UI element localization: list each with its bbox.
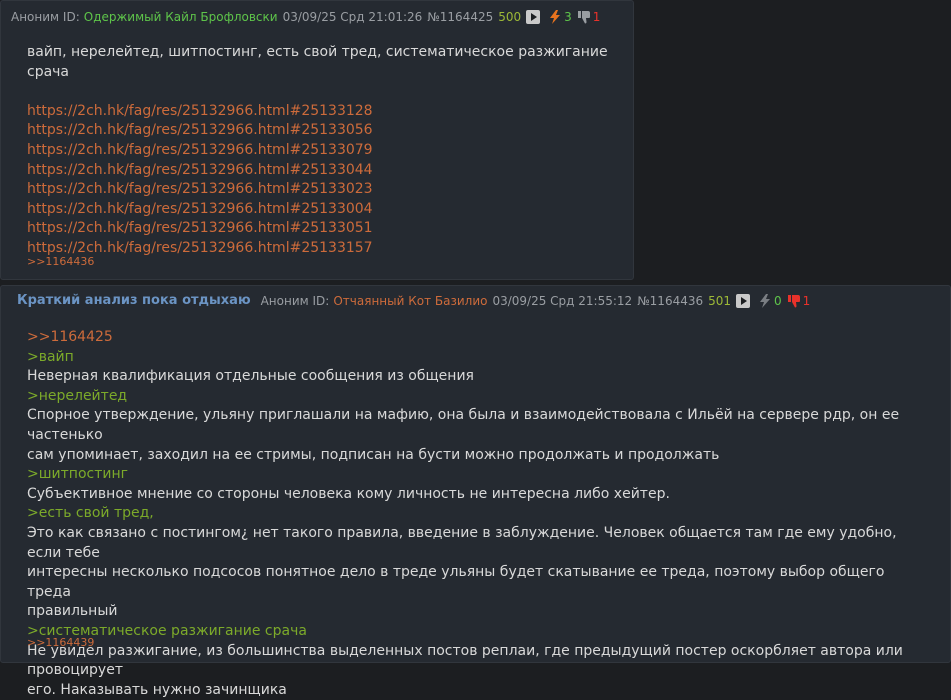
id-label: ID: bbox=[62, 10, 80, 24]
post-text: правильный bbox=[27, 603, 118, 620]
like-count: 0 bbox=[774, 294, 782, 308]
post-link[interactable]: https://2ch.hk/fag/res/25132966.html#251… bbox=[27, 141, 615, 161]
post-body: >>1164425 >вайп Неверная квалификация от… bbox=[27, 328, 932, 700]
post-count: 500 bbox=[498, 10, 522, 24]
post-text: интересны несколько подсосов понятное де… bbox=[27, 564, 885, 600]
quote-line: >вайп bbox=[27, 348, 74, 365]
post-text: Спорное утверждение, ульяну приглашали н… bbox=[27, 407, 900, 443]
post-body: вайп, нерелейтед, шитпостинг, есть свой … bbox=[27, 43, 615, 259]
post-date: 03/09/25 Срд 21:55:12 bbox=[492, 294, 633, 308]
post-link[interactable]: https://2ch.hk/fag/res/25132966.html#251… bbox=[27, 121, 615, 141]
thumbs-down-icon[interactable] bbox=[577, 10, 590, 24]
post-text: Субъективное мнение со стороны человека … bbox=[27, 485, 670, 502]
poster-name[interactable]: Отчаянный Кот Базилио bbox=[333, 293, 487, 309]
post-text: Это как связано с постингом¿ нет такого … bbox=[27, 524, 897, 561]
post-1164425: Аноним ID: Одержимый Кайл Брофловски 03/… bbox=[0, 0, 634, 280]
post-link[interactable]: https://2ch.hk/fag/res/25132966.html#251… bbox=[27, 200, 615, 220]
thread-subject: Краткий анализ пока отдыхаю bbox=[17, 293, 251, 308]
post-text: вайп, нерелейтед, шитпостинг, есть свой … bbox=[27, 44, 608, 80]
post-1164436: Краткий анализ пока отдыхаю Аноним ID: О… bbox=[0, 285, 951, 698]
post-text: Не увидел разжигание, из большинства выд… bbox=[27, 642, 903, 679]
post-text: Неверная квалификация отдельные сообщени… bbox=[27, 368, 474, 385]
expand-icon[interactable] bbox=[526, 10, 541, 24]
id-label: ID: bbox=[312, 294, 330, 308]
reply-backlink[interactable]: >>1164439 bbox=[27, 636, 94, 649]
post-link[interactable]: https://2ch.hk/fag/res/25132966.html#251… bbox=[27, 102, 615, 122]
lightning-like-icon[interactable] bbox=[759, 294, 771, 308]
like-count: 3 bbox=[564, 10, 572, 24]
poster-name[interactable]: Одержимый Кайл Брофловски bbox=[84, 9, 278, 25]
post-header: Аноним ID: Одержимый Кайл Брофловски 03/… bbox=[11, 9, 605, 25]
quote-line: >систематическое разжигание срача bbox=[27, 622, 307, 639]
reply-backlink[interactable]: >>1164436 bbox=[27, 255, 94, 268]
post-link[interactable]: https://2ch.hk/fag/res/25132966.html#251… bbox=[27, 239, 615, 259]
expand-icon[interactable] bbox=[736, 294, 751, 308]
post-count: 501 bbox=[708, 294, 732, 308]
quote-line: >шитпостинг bbox=[27, 466, 128, 483]
dislike-count: 1 bbox=[802, 294, 811, 308]
post-number[interactable]: №1164425 bbox=[427, 9, 493, 25]
post-link[interactable]: https://2ch.hk/fag/res/25132966.html#251… bbox=[27, 161, 615, 181]
dislike-count: 1 bbox=[592, 10, 601, 24]
post-link[interactable]: https://2ch.hk/fag/res/25132966.html#251… bbox=[27, 180, 615, 200]
post-link[interactable]: https://2ch.hk/fag/res/25132966.html#251… bbox=[27, 219, 615, 239]
post-text: его. Наказывать нужно зачинщика bbox=[27, 681, 287, 698]
thumbs-down-icon[interactable] bbox=[787, 294, 800, 308]
post-number[interactable]: №1164436 bbox=[637, 293, 703, 309]
lightning-like-icon[interactable] bbox=[549, 10, 561, 24]
quote-line: >есть свой тред, bbox=[27, 505, 154, 522]
post-header: Краткий анализ пока отдыхаю Аноним ID: О… bbox=[17, 293, 815, 309]
anon-label: Аноним bbox=[260, 294, 309, 308]
reply-reference-link[interactable]: >>1164425 bbox=[27, 328, 932, 348]
anon-label: Аноним bbox=[11, 10, 60, 24]
post-text: сам упоминает, заходил на ее стримы, под… bbox=[27, 446, 720, 463]
post-date: 03/09/25 Срд 21:01:26 bbox=[282, 10, 423, 24]
quote-line: >нерелейтед bbox=[27, 387, 128, 404]
